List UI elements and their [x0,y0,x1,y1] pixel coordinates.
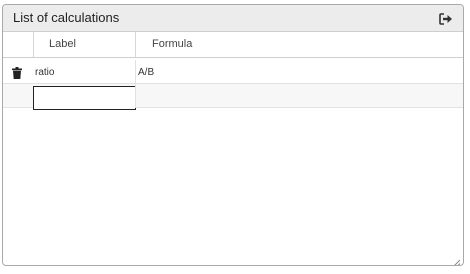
calculations-panel: List of calculations Label Formula ratio… [2,4,464,266]
trash-icon[interactable] [12,66,22,79]
column-divider [135,32,136,57]
sign-out-icon[interactable] [439,12,453,25]
cell-label[interactable]: ratio [35,67,54,78]
table-row: ratio A/B [3,60,463,84]
new-label-input[interactable] [33,86,136,110]
column-header-formula[interactable]: Formula [152,38,192,50]
column-divider [135,84,136,108]
panel-title: List of calculations [13,10,120,25]
column-divider [135,60,136,84]
panel-header: List of calculations [3,5,463,32]
cell-formula[interactable]: A/B [138,67,154,78]
column-divider [33,32,34,57]
column-header-label[interactable]: Label [49,38,76,50]
new-row [3,84,463,110]
resize-handle-icon[interactable] [452,254,461,265]
table-header: Label Formula [3,32,463,58]
